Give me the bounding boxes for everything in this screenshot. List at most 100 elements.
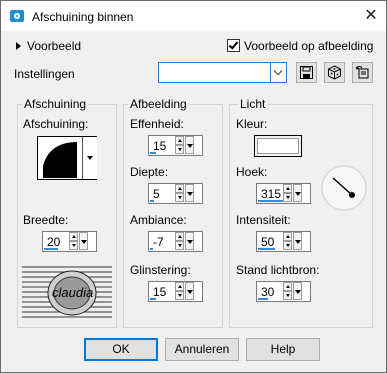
slider-dropdown-icon[interactable]: [185, 184, 194, 202]
watermark-text: claudia: [52, 285, 93, 300]
dialog-window: Afschuining binnen ✕ Voorbeeld Voorbeeld…: [0, 0, 387, 373]
spin-buttons[interactable]: [69, 232, 89, 251]
shininess-value[interactable]: 15: [153, 285, 166, 299]
preview-label[interactable]: Voorbeeld: [27, 39, 81, 53]
slider-dropdown-icon[interactable]: [185, 136, 194, 154]
title-bar: Afschuining binnen ✕: [1, 1, 386, 31]
shininess-spinner[interactable]: 15: [148, 281, 203, 302]
window-title: Afschuining binnen: [32, 10, 134, 24]
increment-icon[interactable]: [175, 282, 184, 291]
increment-icon[interactable]: [175, 136, 184, 145]
slider-dropdown-icon[interactable]: [185, 232, 194, 250]
smoothness-spinner[interactable]: 15: [148, 135, 203, 156]
ambience-label: Ambiance:: [130, 213, 187, 227]
settings-label: Instellingen: [14, 67, 75, 81]
increment-icon[interactable]: [69, 232, 78, 241]
image-group-label: Afbeelding: [128, 97, 189, 111]
light-angle-value[interactable]: 315: [261, 187, 281, 201]
settings-combobox[interactable]: [158, 62, 287, 83]
randomize-button[interactable]: [324, 62, 345, 83]
depth-bar: [150, 200, 154, 202]
depth-label: Diepte:: [130, 165, 169, 179]
app-camera-icon: [10, 10, 24, 22]
intensity-value[interactable]: 50: [261, 235, 274, 249]
depth-spinner[interactable]: 5: [148, 183, 203, 204]
slider-dropdown-icon[interactable]: [293, 282, 302, 300]
smoothness-label: Effenheid:: [130, 117, 184, 131]
spin-buttons[interactable]: [175, 136, 195, 155]
ambience-value[interactable]: -7: [153, 235, 164, 249]
light-color-fill: [257, 138, 299, 154]
intensity-bar: [258, 248, 275, 250]
ambience-spinner[interactable]: -7: [148, 231, 203, 252]
spin-buttons[interactable]: [175, 282, 195, 301]
bevel-width-label: Breedte:: [23, 213, 69, 227]
spin-buttons[interactable]: [175, 232, 195, 251]
elevation-spinner[interactable]: 30: [256, 281, 311, 302]
expand-preview-icon[interactable]: [16, 42, 21, 50]
close-button[interactable]: ✕: [361, 6, 381, 26]
bevel-width-value[interactable]: 20: [47, 235, 60, 249]
smoothness-bar: [150, 152, 156, 154]
shininess-bar: [150, 298, 156, 300]
increment-icon[interactable]: [175, 184, 184, 193]
slider-dropdown-icon[interactable]: [79, 232, 88, 250]
decrement-icon[interactable]: [283, 193, 292, 202]
spin-buttons[interactable]: [283, 232, 303, 251]
reset-icon: [355, 66, 369, 79]
preview-on-image-checkbox[interactable]: [227, 39, 240, 52]
light-group-label: Licht: [238, 97, 268, 111]
bevel-shape-label: Afschuining:: [23, 117, 89, 131]
bevel-group-label: Afschuining: [22, 97, 89, 111]
light-angle-bar: [258, 200, 284, 202]
slider-dropdown-icon[interactable]: [185, 282, 194, 300]
ok-button[interactable]: OK: [84, 338, 158, 361]
angle-dial[interactable]: [321, 165, 367, 211]
intensity-label: Intensiteit:: [236, 213, 291, 227]
bevel-shape-preview: [43, 142, 77, 178]
light-angle-label: Hoek:: [236, 165, 268, 179]
intensity-spinner[interactable]: 50: [256, 231, 311, 252]
decrement-icon[interactable]: [175, 193, 184, 202]
increment-icon[interactable]: [283, 232, 292, 241]
bevel-width-bar: [44, 248, 58, 250]
bevel-width-spinner[interactable]: 20: [42, 231, 97, 252]
help-button[interactable]: Help: [246, 338, 320, 361]
settings-dropdown-button[interactable]: [270, 63, 286, 82]
elevation-label: Stand lichtbron:: [236, 263, 320, 277]
decrement-icon[interactable]: [175, 145, 184, 154]
light-color-label: Kleur:: [236, 117, 268, 131]
increment-icon[interactable]: [283, 184, 292, 193]
light-color-swatch[interactable]: [254, 135, 302, 157]
checkmark-icon: [228, 39, 239, 50]
spin-buttons[interactable]: [283, 184, 303, 203]
increment-icon[interactable]: [283, 282, 292, 291]
spin-buttons[interactable]: [175, 184, 195, 203]
reset-preset-button[interactable]: [352, 62, 373, 83]
decrement-icon[interactable]: [175, 241, 184, 250]
ambience-bar: [150, 248, 153, 250]
bevel-shape-picker[interactable]: [37, 136, 97, 180]
slider-dropdown-icon[interactable]: [293, 232, 302, 250]
decrement-icon[interactable]: [283, 241, 292, 250]
spin-buttons[interactable]: [283, 282, 303, 301]
decrement-icon[interactable]: [69, 241, 78, 250]
smoothness-value[interactable]: 15: [153, 139, 166, 153]
light-angle-spinner[interactable]: 315: [256, 183, 311, 204]
bevel-shape-dropdown[interactable]: [82, 137, 97, 179]
elevation-bar: [258, 298, 268, 300]
save-icon: [300, 66, 313, 79]
depth-value[interactable]: 5: [153, 187, 160, 201]
preview-on-image-label[interactable]: Voorbeeld op afbeelding: [244, 39, 373, 53]
watermark-logo: claudia: [22, 263, 112, 322]
cancel-button[interactable]: Annuleren: [165, 338, 239, 361]
elevation-value[interactable]: 30: [261, 285, 274, 299]
save-preset-button[interactable]: [296, 62, 317, 83]
slider-dropdown-icon[interactable]: [293, 184, 302, 202]
caret-down-icon: [87, 156, 93, 160]
shininess-label: Glinstering:: [130, 263, 191, 277]
decrement-icon[interactable]: [283, 291, 292, 300]
watermark-graphic: claudia: [22, 266, 112, 318]
decrement-icon[interactable]: [175, 291, 184, 300]
increment-icon[interactable]: [175, 232, 184, 241]
